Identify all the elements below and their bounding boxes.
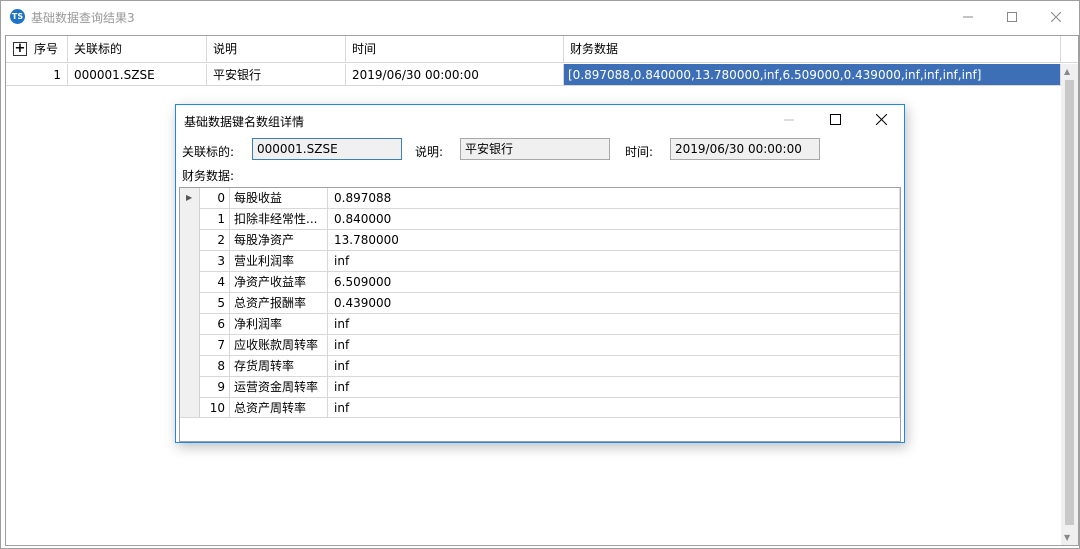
close-icon (875, 114, 887, 125)
column-header-finance[interactable]: 财务数据 (564, 36, 1061, 63)
item-value[interactable]: 6.509000 (328, 272, 900, 293)
item-index[interactable]: 10 (200, 398, 230, 419)
item-name[interactable]: 营业利润率 (230, 251, 328, 272)
grid-header: + 序号 关联标的 说明 时间 财务数据 (6, 36, 1078, 63)
item-name[interactable]: 存货周转率 (230, 356, 328, 377)
list-item[interactable]: 0 每股收益 0.897088 (200, 188, 900, 209)
symbol-cell[interactable]: 000001.SZSE (68, 64, 207, 86)
item-index[interactable]: 4 (200, 272, 230, 293)
time-label: 时间: (625, 145, 654, 159)
column-header-time[interactable]: 时间 (346, 36, 564, 63)
item-name[interactable]: 每股收益 (230, 188, 328, 209)
column-header-symbol[interactable]: 关联标的 (68, 36, 207, 63)
item-value[interactable]: inf (328, 335, 900, 356)
window-title: 基础数据查询结果3 (31, 11, 135, 25)
item-value[interactable]: 13.780000 (328, 230, 900, 251)
minimize-button[interactable] (945, 1, 991, 32)
item-value[interactable]: 0.897088 (328, 188, 900, 209)
dialog-close-button[interactable] (858, 105, 904, 134)
scroll-down-icon[interactable]: ▼ (1064, 533, 1070, 542)
item-name[interactable]: 运营资金周转率 (230, 377, 328, 398)
item-value[interactable]: inf (328, 356, 900, 377)
dialog-minimize-button[interactable] (766, 105, 812, 134)
column-header-index[interactable]: + 序号 (6, 36, 68, 63)
item-index[interactable]: 9 (200, 377, 230, 398)
list-item[interactable]: 4 净资产收益率 6.509000 (200, 272, 900, 293)
close-icon (1051, 11, 1061, 22)
list-item[interactable]: 5 总资产报酬率 0.439000 (200, 293, 900, 314)
maximize-icon (1007, 11, 1017, 22)
item-value[interactable]: inf (328, 251, 900, 272)
item-name[interactable]: 扣除非经常性... (230, 209, 328, 230)
list-item[interactable]: 3 营业利润率 inf (200, 251, 900, 272)
current-row-icon: ▶ (186, 193, 193, 202)
detail-dialog: 基础数据键名数组详情 关联标的: 000001.SZSE 说明: 平安银行 时间… (175, 104, 905, 443)
item-index[interactable]: 3 (200, 251, 230, 272)
scrollbar-thumb[interactable] (1065, 80, 1074, 525)
row-header[interactable] (6, 64, 26, 86)
item-index[interactable]: 7 (200, 335, 230, 356)
row-header-column[interactable]: ▶ (180, 188, 200, 418)
minimize-icon (963, 16, 973, 17)
item-value[interactable]: inf (328, 377, 900, 398)
horizontal-scrollbar[interactable] (180, 417, 900, 441)
close-button[interactable] (1033, 1, 1079, 32)
item-index[interactable]: 0 (200, 188, 230, 209)
desc-label: 说明: (415, 145, 444, 159)
list-item[interactable]: 2 每股净资产 13.780000 (200, 230, 900, 251)
item-value[interactable]: 0.439000 (328, 293, 900, 314)
item-name[interactable]: 净利润率 (230, 314, 328, 335)
column-header-index-label: 序号 (34, 42, 59, 56)
app-icon: TS (10, 9, 25, 24)
maximize-icon (829, 114, 841, 125)
item-index[interactable]: 5 (200, 293, 230, 314)
item-index[interactable]: 6 (200, 314, 230, 335)
title-bar[interactable]: TS 基础数据查询结果3 (1, 1, 1079, 32)
finance-cell[interactable]: [0.897088,0.840000,13.780000,inf,6.50900… (564, 64, 1061, 86)
dialog-title: 基础数据键名数组详情 (184, 115, 305, 129)
item-name[interactable]: 应收账款周转率 (230, 335, 328, 356)
list-item[interactable]: 7 应收账款周转率 inf (200, 335, 900, 356)
item-value[interactable]: inf (328, 314, 900, 335)
minimize-icon (784, 119, 794, 120)
symbol-field[interactable]: 000001.SZSE (252, 138, 402, 160)
item-index[interactable]: 2 (200, 230, 230, 251)
row-index-cell[interactable]: 1 (26, 64, 68, 86)
list-item[interactable]: 1 扣除非经常性... 0.840000 (200, 209, 900, 230)
item-name[interactable]: 每股净资产 (230, 230, 328, 251)
list-item[interactable]: 6 净利润率 inf (200, 314, 900, 335)
item-name[interactable]: 总资产周转率 (230, 398, 328, 419)
vertical-scrollbar[interactable]: ▲ ▼ (1061, 64, 1078, 545)
list-item[interactable]: 9 运营资金周转率 inf (200, 377, 900, 398)
finance-label: 财务数据: (182, 169, 235, 183)
list-item[interactable]: 8 存货周转率 inf (200, 356, 900, 377)
time-cell[interactable]: 2019/06/30 00:00:00 (346, 64, 564, 86)
item-value[interactable]: inf (328, 398, 900, 419)
item-name[interactable]: 总资产报酬率 (230, 293, 328, 314)
item-index[interactable]: 8 (200, 356, 230, 377)
dialog-title-bar[interactable]: 基础数据键名数组详情 (176, 105, 904, 134)
item-name[interactable]: 净资产收益率 (230, 272, 328, 293)
maximize-button[interactable] (989, 1, 1035, 32)
list-item[interactable]: 10 总资产周转率 inf (200, 398, 900, 419)
item-index[interactable]: 1 (200, 209, 230, 230)
column-header-desc[interactable]: 说明 (207, 36, 346, 63)
desc-field[interactable]: 平安银行 (460, 138, 610, 160)
expand-all-icon[interactable]: + (13, 42, 27, 56)
dialog-maximize-button[interactable] (812, 105, 858, 134)
time-field[interactable]: 2019/06/30 00:00:00 (670, 138, 820, 160)
scroll-up-icon[interactable]: ▲ (1064, 67, 1070, 76)
table-row[interactable]: 1 000001.SZSE 平安银行 2019/06/30 00:00:00 [… (6, 64, 1061, 86)
finance-detail-grid: ▶ 0 每股收益 0.897088 1 扣除非经常性... 0.840000 2 每股净资产 1… (179, 187, 901, 442)
desc-cell[interactable]: 平安银行 (207, 64, 346, 86)
item-value[interactable]: 0.840000 (328, 209, 900, 230)
symbol-label: 关联标的: (182, 145, 235, 159)
